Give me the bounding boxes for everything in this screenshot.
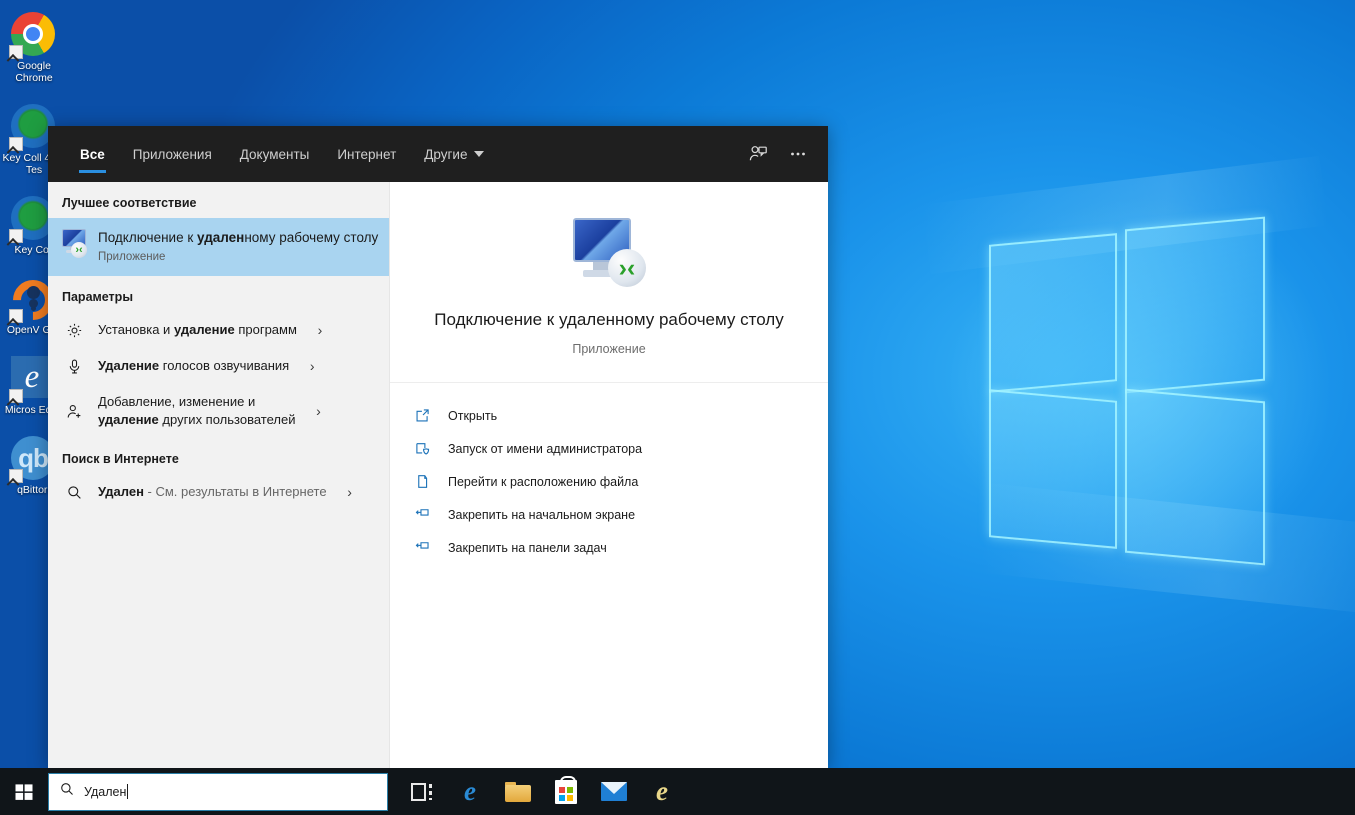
preview-title: Подключение к удаленному рабочему столу (420, 308, 798, 332)
result-web-search-udalen[interactable]: Удален - См. результаты в Интернете › (48, 474, 389, 510)
mail-icon[interactable] (590, 768, 638, 815)
group-title-best-match: Лучшее соответствие (48, 182, 389, 218)
search-input-value: Удален (84, 784, 128, 799)
shortcut-arrow-icon (9, 389, 23, 403)
add-user-icon (62, 403, 86, 420)
action-label: Закрепить на начальном экране (448, 508, 635, 522)
action-label: Перейти к расположению файла (448, 475, 638, 489)
action-open[interactable]: Открыть (412, 399, 828, 432)
remote-desktop-icon: ›‹ (420, 218, 798, 286)
microphone-icon (62, 358, 86, 375)
task-view-icon[interactable] (398, 768, 446, 815)
tab-apps[interactable]: Приложения (119, 126, 226, 182)
result-subtitle: Приложение (98, 251, 379, 263)
search-input-text: Удален (84, 785, 126, 799)
action-run-as-administrator[interactable]: Запуск от имени администратора (412, 432, 828, 465)
group-title-web-search: Поиск в Интернете (48, 438, 389, 474)
action-label: Закрепить на панели задач (448, 541, 607, 555)
result-label: Удален - См. результаты в Интернете (98, 483, 327, 501)
logo-pane-bottom-right (1125, 389, 1265, 566)
tab-more[interactable]: Другие (410, 126, 498, 182)
chevron-down-icon (474, 151, 484, 157)
windows-search-panel: Все Приложения Документы Интернет Другие (48, 126, 828, 768)
open-icon (412, 407, 432, 424)
shield-run-icon (412, 440, 432, 457)
tab-label: Приложения (133, 147, 212, 162)
result-settings-apps-and-features[interactable]: Установка и удаление программ › (48, 312, 389, 348)
shortcut-arrow-icon (9, 45, 23, 59)
desktop-icon-google-chrome[interactable]: Google Chrome (0, 8, 68, 90)
search-icon (62, 484, 86, 501)
tab-all[interactable]: Все (66, 126, 119, 182)
search-icon (59, 781, 75, 802)
result-settings-remove-voices[interactable]: Удаление голосов озвучивания › (48, 348, 389, 384)
result-label: Добавление, изменение иудаление других п… (98, 393, 295, 429)
tab-label: Интернет (337, 147, 396, 162)
shortcut-arrow-icon (9, 309, 23, 323)
result-best-match-remote-desktop[interactable]: ›‹ Подключение к удаленному рабочему сто… (48, 218, 389, 276)
action-pin-to-taskbar[interactable]: Закрепить на панели задач (412, 531, 828, 564)
text-caret (127, 784, 128, 799)
result-preview-pane: ›‹ Подключение к удаленному рабочему сто… (390, 182, 828, 768)
feedback-icon[interactable] (738, 126, 778, 182)
chevron-right-icon: › (307, 403, 329, 419)
action-pin-to-start[interactable]: Закрепить на начальном экране (412, 498, 828, 531)
windows-logo-wallpaper (965, 205, 1325, 575)
shortcut-arrow-icon (9, 137, 23, 151)
chrome-icon (11, 12, 57, 58)
folder-location-icon (412, 473, 432, 490)
preview-header: ›‹ Подключение к удаленному рабочему сто… (390, 182, 828, 383)
gear-icon (62, 322, 86, 339)
shortcut-arrow-icon (9, 229, 23, 243)
tab-label: Все (80, 147, 105, 162)
microsoft-store-icon[interactable] (542, 768, 590, 815)
pin-taskbar-icon (412, 539, 432, 556)
tab-web[interactable]: Интернет (323, 126, 410, 182)
header-spacer (498, 126, 738, 182)
result-settings-manage-users[interactable]: Добавление, изменение иудаление других п… (48, 384, 389, 438)
start-button[interactable] (0, 768, 48, 815)
chevron-right-icon: › (301, 358, 323, 374)
preview-action-list: Открыть Запуск от имени администратора (390, 383, 828, 564)
tab-label: Другие (424, 147, 467, 162)
search-results-list: Лучшее соответствие ›‹ Подключение к уда… (48, 182, 390, 768)
action-open-file-location[interactable]: Перейти к расположению файла (412, 465, 828, 498)
pin-start-icon (412, 506, 432, 523)
taskbar: Удален e e (0, 768, 1355, 815)
more-options-icon[interactable] (778, 126, 818, 182)
chevron-right-icon: › (339, 484, 361, 500)
remote-desktop-icon: ›‹ (62, 229, 86, 257)
search-panel-body: Лучшее соответствие ›‹ Подключение к уда… (48, 182, 828, 768)
internet-explorer-icon[interactable]: e (638, 768, 686, 815)
taskbar-search-input[interactable]: Удален (48, 773, 388, 811)
tab-label: Документы (240, 147, 310, 162)
result-label: Установка и удаление программ (98, 321, 297, 339)
shortcut-arrow-icon (9, 469, 23, 483)
logo-pane-top-left (989, 233, 1117, 393)
logo-pane-bottom-left (989, 389, 1117, 549)
chevron-right-icon: › (309, 322, 331, 338)
result-label: Удаление голосов озвучивания (98, 357, 289, 375)
result-title: Подключение к удаленному рабочему столу (98, 229, 379, 246)
file-explorer-icon[interactable] (494, 768, 542, 815)
group-title-settings: Параметры (48, 276, 389, 312)
action-label: Открыть (448, 409, 497, 423)
preview-subtitle: Приложение (420, 342, 798, 356)
microsoft-edge-icon[interactable]: e (446, 768, 494, 815)
tab-documents[interactable]: Документы (226, 126, 324, 182)
search-tab-bar: Все Приложения Документы Интернет Другие (48, 126, 828, 182)
logo-pane-top-right (1125, 217, 1265, 394)
action-label: Запуск от имени администратора (448, 442, 642, 456)
